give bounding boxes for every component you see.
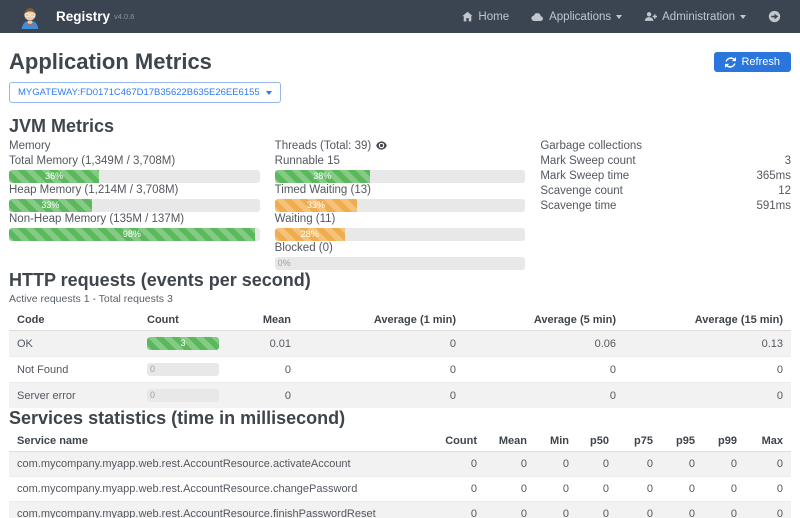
user-plus-icon xyxy=(644,11,657,22)
refresh-button-label: Refresh xyxy=(741,56,780,68)
http-requests-table: Code Count Mean Average (1 min) Average … xyxy=(9,310,791,408)
count-progress: 0 xyxy=(147,389,219,402)
runnable-label: Runnable 15 xyxy=(275,154,526,169)
gc-row: Scavenge time591ms xyxy=(540,199,791,214)
heap-memory-progress: 33% xyxy=(9,199,260,212)
nav-applications[interactable]: Applications xyxy=(531,11,622,23)
services-statistics-title: Services statistics (time in millisecond… xyxy=(9,408,791,428)
nav-home-label: Home xyxy=(478,11,509,23)
memory-column: Memory Total Memory (1,349M / 3,708M) 36… xyxy=(9,139,260,270)
col-header-count: Count xyxy=(139,310,239,331)
refresh-icon xyxy=(725,57,736,68)
col-header-mean: Mean xyxy=(485,431,535,452)
count-progress: 3 xyxy=(147,337,219,350)
col-header-avg15: Average (15 min) xyxy=(624,310,791,331)
navbar: Registry v4.0.6 Home Applications Admini… xyxy=(0,0,800,33)
col-header-avg1: Average (1 min) xyxy=(299,310,464,331)
services-statistics-table: Service name Count Mean Min p50 p75 p95 … xyxy=(9,431,791,518)
sign-out-icon xyxy=(768,10,781,23)
cloud-icon xyxy=(531,11,544,22)
runnable-progress: 38% xyxy=(275,170,526,183)
instance-selector-label: MYGATEWAY:FD0171C467D17B35622B635E26EE61… xyxy=(18,87,260,98)
gc-row: Mark Sweep count3 xyxy=(540,154,791,169)
threads-title: Threads (Total: 39) xyxy=(275,139,526,154)
col-header-code: Code xyxy=(9,310,139,331)
col-header-mean: Mean xyxy=(239,310,299,331)
jhipster-logo-icon xyxy=(18,5,42,29)
jvm-metrics-title: JVM Metrics xyxy=(9,116,791,136)
total-memory-progress: 36% xyxy=(9,170,260,183)
nav-administration-label: Administration xyxy=(662,11,735,23)
page-title: Application Metrics xyxy=(9,50,714,74)
eye-icon[interactable] xyxy=(376,141,387,150)
gc-title: Garbage collections xyxy=(540,139,791,154)
sign-out-button[interactable] xyxy=(768,10,786,23)
waiting-progress: 28% xyxy=(275,228,526,241)
heap-memory-label: Heap Memory (1,214M / 3,708M) xyxy=(9,183,260,198)
home-icon xyxy=(462,11,473,22)
jvm-metrics-section: Memory Total Memory (1,349M / 3,708M) 36… xyxy=(9,139,791,270)
timed-waiting-label: Timed Waiting (13) xyxy=(275,183,526,198)
brand-title: Registry xyxy=(56,9,110,24)
col-header-service-name: Service name xyxy=(9,431,433,452)
nonheap-memory-progress: 98% xyxy=(9,228,260,241)
memory-title: Memory xyxy=(9,139,260,154)
brand-version: v4.0.6 xyxy=(114,12,134,21)
nav-home[interactable]: Home xyxy=(462,11,509,23)
col-header-avg5: Average (5 min) xyxy=(464,310,624,331)
nav-applications-label: Applications xyxy=(549,11,611,23)
count-progress: 0 xyxy=(147,363,219,376)
col-header-p75: p75 xyxy=(617,431,661,452)
http-requests-subtitle: Active requests 1 - Total requests 3 xyxy=(9,293,791,305)
service-row: com.mycompany.myapp.web.rest.AccountReso… xyxy=(9,502,791,518)
nav-administration[interactable]: Administration xyxy=(644,11,746,23)
blocked-progress: 0% xyxy=(275,257,526,270)
chevron-down-icon xyxy=(616,15,622,19)
http-row-ok: OK 3 0.01 0 0.06 0.13 xyxy=(9,331,791,357)
chevron-down-icon xyxy=(266,91,272,95)
refresh-button[interactable]: Refresh xyxy=(714,52,791,72)
http-row-server-error: Server error 0 0 0 0 0 xyxy=(9,383,791,409)
nonheap-memory-label: Non-Heap Memory (135M / 137M) xyxy=(9,212,260,227)
service-row: com.mycompany.myapp.web.rest.AccountReso… xyxy=(9,452,791,477)
col-header-p99: p99 xyxy=(703,431,745,452)
gc-column: Garbage collections Mark Sweep count3 Ma… xyxy=(540,139,791,270)
blocked-label: Blocked (0) xyxy=(275,241,526,256)
col-header-p50: p50 xyxy=(577,431,617,452)
timed-waiting-progress: 33% xyxy=(275,199,526,212)
threads-column: Threads (Total: 39) Runnable 15 38% Time… xyxy=(275,139,526,270)
http-row-not-found: Not Found 0 0 0 0 0 xyxy=(9,357,791,383)
brand-link[interactable]: Registry v4.0.6 xyxy=(18,5,134,29)
col-header-min: Min xyxy=(535,431,577,452)
col-header-max: Max xyxy=(745,431,791,452)
gc-row: Scavenge count12 xyxy=(540,184,791,199)
service-row: com.mycompany.myapp.web.rest.AccountReso… xyxy=(9,477,791,502)
total-memory-label: Total Memory (1,349M / 3,708M) xyxy=(9,154,260,169)
instance-selector-dropdown[interactable]: MYGATEWAY:FD0171C467D17B35622B635E26EE61… xyxy=(9,82,281,103)
waiting-label: Waiting (11) xyxy=(275,212,526,227)
http-requests-title: HTTP requests (events per second) xyxy=(9,270,791,290)
gc-row: Mark Sweep time365ms xyxy=(540,169,791,184)
chevron-down-icon xyxy=(740,15,746,19)
col-header-count: Count xyxy=(433,431,485,452)
col-header-p95: p95 xyxy=(661,431,703,452)
